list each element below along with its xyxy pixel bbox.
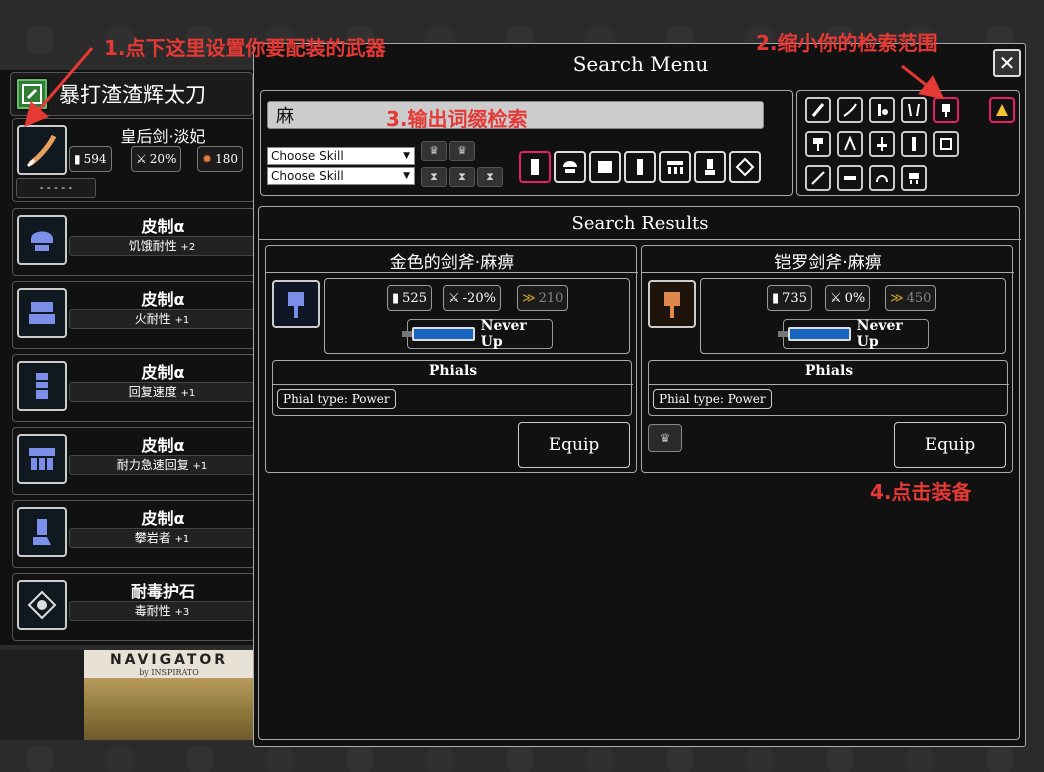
annotation-arrows (24, 47, 945, 128)
arrow-1 (24, 47, 94, 128)
arrow-2 (901, 64, 945, 100)
